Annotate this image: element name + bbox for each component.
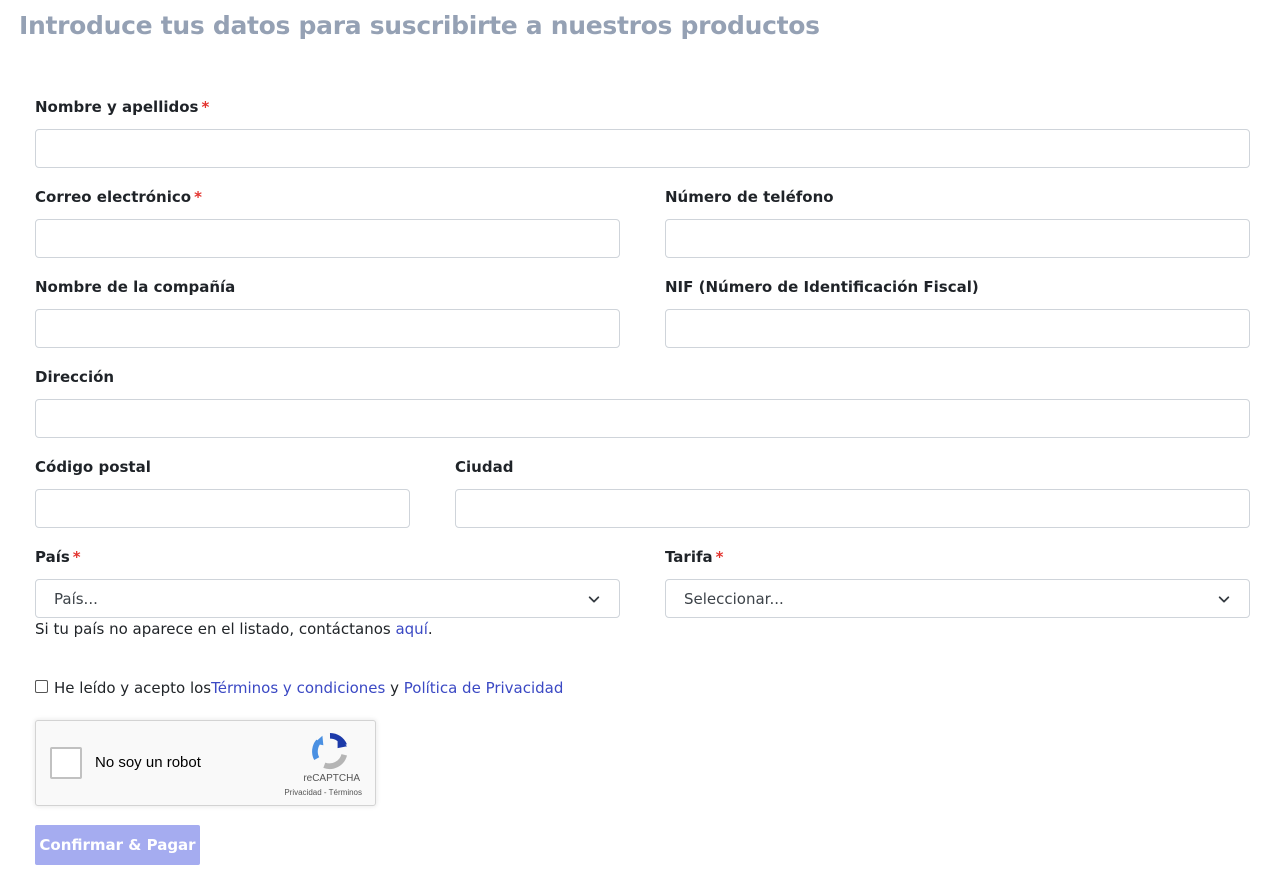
required-mark: * xyxy=(194,188,202,206)
recaptcha-links-separator: - xyxy=(321,788,329,797)
email-label: Correo electrónico * xyxy=(35,188,202,206)
postal-code-input[interactable] xyxy=(35,489,410,528)
phone-label: Número de teléfono xyxy=(665,188,834,206)
terms-link[interactable]: Términos y condiciones xyxy=(211,679,385,697)
recaptcha-logo-icon xyxy=(312,732,348,769)
city-label: Ciudad xyxy=(455,458,514,476)
terms-checkbox[interactable] xyxy=(35,679,48,693)
postal-code-label: Código postal xyxy=(35,458,151,476)
email-label-text: Correo electrónico xyxy=(35,188,192,206)
company-label: Nombre de la compañía xyxy=(35,278,236,296)
country-label-text: País xyxy=(35,548,70,566)
contact-link[interactable]: aquí xyxy=(395,620,427,638)
address-input[interactable] xyxy=(35,399,1250,438)
nif-label: NIF (Número de Identificación Fiscal) xyxy=(665,278,979,296)
rate-select-value: Seleccionar... xyxy=(684,589,784,608)
rate-label: Tarifa * xyxy=(665,548,723,566)
terms-connector: y xyxy=(385,679,404,697)
recaptcha-privacy-link[interactable]: Privacidad xyxy=(284,788,321,797)
page-title: Introduce tus datos para suscribirte a n… xyxy=(19,11,820,40)
terms-row: He leído y acepto los Términos y condici… xyxy=(35,679,563,697)
required-mark: * xyxy=(72,548,81,566)
required-mark: * xyxy=(201,98,210,116)
nif-input[interactable] xyxy=(665,309,1250,348)
full-name-label-text: Nombre y apellidos xyxy=(35,98,199,116)
country-help-message: Si tu país no aparece en el listado, con… xyxy=(35,620,396,638)
country-label: País * xyxy=(35,548,81,566)
full-name-input[interactable] xyxy=(35,129,1250,168)
rate-label-text: Tarifa xyxy=(665,548,713,566)
recaptcha-terms-link[interactable]: Términos xyxy=(329,788,362,797)
country-help-suffix: . xyxy=(427,620,433,638)
recaptcha-widget: No soy un robot reCAPTCHA Privacidad - T… xyxy=(35,720,376,806)
full-name-label: Nombre y apellidos * xyxy=(35,98,209,116)
terms-text: He leído y acepto los xyxy=(54,679,212,697)
email-input[interactable] xyxy=(35,219,620,258)
chevron-down-icon xyxy=(588,595,600,602)
country-help-text: Si tu país no aparece en el listado, con… xyxy=(35,620,433,638)
phone-input[interactable] xyxy=(665,219,1250,258)
company-input[interactable] xyxy=(35,309,620,348)
confirm-pay-button[interactable]: Confirmar & Pagar xyxy=(35,825,200,865)
country-select-value: País... xyxy=(54,589,98,608)
address-label: Dirección xyxy=(35,368,115,386)
recaptcha-brand: reCAPTCHA xyxy=(303,773,360,784)
city-input[interactable] xyxy=(455,489,1250,528)
privacy-link[interactable]: Política de Privacidad xyxy=(404,679,564,697)
recaptcha-links: Privacidad - Términos xyxy=(284,788,362,797)
rate-select[interactable]: Seleccionar... xyxy=(665,579,1250,618)
required-mark: * xyxy=(715,548,724,566)
chevron-down-icon xyxy=(1218,595,1230,602)
country-select[interactable]: País... xyxy=(35,579,620,618)
recaptcha-checkbox[interactable] xyxy=(50,747,82,779)
recaptcha-label: No soy un robot xyxy=(95,754,201,771)
